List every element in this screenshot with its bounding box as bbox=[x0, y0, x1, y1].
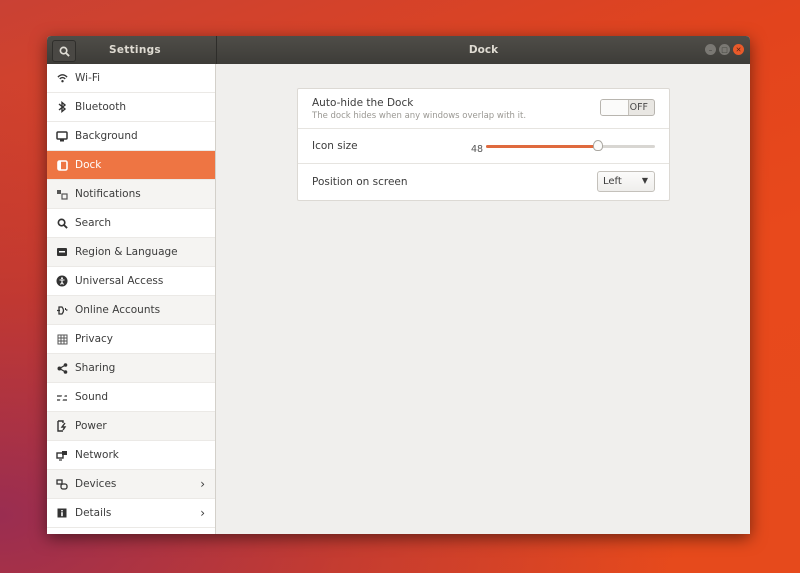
sidebar-item-label: Search bbox=[75, 217, 112, 229]
sidebar-item-label: Sharing bbox=[75, 362, 116, 374]
share-icon bbox=[55, 362, 69, 374]
notifications-icon bbox=[55, 189, 69, 200]
background-icon bbox=[55, 130, 69, 142]
dropdown-arrow-icon: ▼ bbox=[641, 176, 648, 185]
dock-panel: Auto-hide the Dock The dock hides when a… bbox=[216, 64, 750, 534]
sidebar-item-notifications[interactable]: Notifications bbox=[47, 180, 215, 209]
sidebar-item-region-language[interactable]: Region & Language bbox=[47, 238, 215, 267]
sidebar-item-details[interactable]: Details › bbox=[47, 499, 215, 528]
toggle-knob bbox=[601, 100, 629, 115]
chevron-right-icon: › bbox=[200, 477, 205, 491]
position-value: Left bbox=[603, 176, 622, 187]
icon-size-slider[interactable] bbox=[486, 140, 655, 151]
autohide-row: Auto-hide the Dock The dock hides when a… bbox=[298, 89, 669, 129]
sidebar-item-sharing[interactable]: Sharing bbox=[47, 354, 215, 383]
close-button[interactable]: ✕ bbox=[733, 44, 744, 55]
sidebar-item-search[interactable]: Search bbox=[47, 209, 215, 238]
sidebar-item-devices[interactable]: Devices › bbox=[47, 470, 215, 499]
privacy-icon bbox=[55, 334, 69, 345]
minimize-button[interactable]: – bbox=[705, 44, 716, 55]
autohide-description: The dock hides when any windows overlap … bbox=[312, 111, 527, 121]
window-controls: – □ ✕ bbox=[705, 44, 744, 55]
sidebar-item-label: Privacy bbox=[75, 333, 114, 345]
bluetooth-icon bbox=[55, 101, 69, 113]
sidebar-item-bluetooth[interactable]: Bluetooth bbox=[47, 93, 215, 122]
sidebar-item-label: Online Accounts bbox=[75, 304, 161, 316]
slider-fill bbox=[486, 145, 598, 148]
search-icon bbox=[59, 46, 70, 57]
search-icon bbox=[55, 218, 69, 229]
sidebar-item-online-accounts[interactable]: Online Accounts bbox=[47, 296, 215, 325]
wifi-icon bbox=[55, 73, 69, 83]
icon-size-label: Icon size bbox=[312, 140, 358, 152]
sidebar-item-label: Dock bbox=[75, 159, 102, 171]
sidebar-item-dock[interactable]: Dock bbox=[47, 151, 215, 180]
settings-window: Settings Dock – □ ✕ Wi-Fi Bluetooth Backgr… bbox=[47, 36, 750, 534]
sidebar-item-label: Bluetooth bbox=[75, 101, 126, 113]
sidebar-item-network[interactable]: Network bbox=[47, 441, 215, 470]
close-icon: ✕ bbox=[735, 45, 742, 54]
region-icon bbox=[55, 247, 69, 257]
maximize-icon: □ bbox=[721, 45, 728, 54]
icon-size-row: Icon size 48 bbox=[298, 129, 669, 164]
online-accounts-icon bbox=[55, 305, 69, 316]
sidebar-item-universal-access[interactable]: Universal Access bbox=[47, 267, 215, 296]
toggle-state: OFF bbox=[629, 102, 648, 113]
sidebar: Wi-Fi Bluetooth Background Dock Notification… bbox=[47, 64, 216, 534]
details-icon bbox=[55, 508, 69, 518]
sidebar-header: Settings bbox=[47, 36, 217, 64]
sidebar-item-label: Power bbox=[75, 420, 107, 432]
sidebar-title: Settings bbox=[109, 44, 161, 56]
sidebar-item-label: Notifications bbox=[75, 188, 141, 200]
sidebar-item-label: Background bbox=[75, 130, 138, 142]
network-icon bbox=[55, 450, 69, 461]
autohide-label: Auto-hide the Dock bbox=[312, 97, 414, 109]
panel-title: Dock bbox=[468, 44, 499, 56]
sidebar-item-label: Universal Access bbox=[75, 275, 164, 287]
sidebar-item-sound[interactable]: Sound bbox=[47, 383, 215, 412]
icon-size-value: 48 bbox=[471, 144, 484, 155]
search-button[interactable] bbox=[52, 40, 76, 62]
autohide-toggle[interactable]: OFF bbox=[600, 99, 655, 116]
title-bar: Settings Dock – □ ✕ bbox=[47, 36, 750, 64]
dock-icon bbox=[55, 159, 69, 171]
sound-icon bbox=[55, 393, 69, 402]
position-label: Position on screen bbox=[312, 176, 408, 188]
slider-handle[interactable] bbox=[592, 140, 603, 151]
sidebar-item-label: Sound bbox=[75, 391, 109, 403]
chevron-right-icon: › bbox=[200, 506, 205, 520]
sidebar-item-label: Region & Language bbox=[75, 246, 178, 258]
sidebar-item-background[interactable]: Background bbox=[47, 122, 215, 151]
sidebar-item-label: Wi-Fi bbox=[75, 72, 101, 84]
dock-settings-list: Auto-hide the Dock The dock hides when a… bbox=[297, 88, 670, 201]
position-dropdown[interactable]: Left ▼ bbox=[597, 171, 655, 192]
sidebar-item-label: Devices bbox=[75, 478, 117, 490]
minimize-icon: – bbox=[708, 45, 713, 54]
universal-access-icon bbox=[55, 275, 69, 287]
sidebar-item-label: Network bbox=[75, 449, 119, 461]
sidebar-item-wi-fi[interactable]: Wi-Fi bbox=[47, 64, 215, 93]
sidebar-item-label: Details bbox=[75, 507, 112, 519]
position-row: Position on screen Left ▼ bbox=[298, 164, 669, 200]
sidebar-item-power[interactable]: Power bbox=[47, 412, 215, 441]
sidebar-item-privacy[interactable]: Privacy bbox=[47, 325, 215, 354]
power-icon bbox=[55, 420, 69, 432]
maximize-button[interactable]: □ bbox=[719, 44, 730, 55]
devices-icon bbox=[55, 478, 69, 490]
